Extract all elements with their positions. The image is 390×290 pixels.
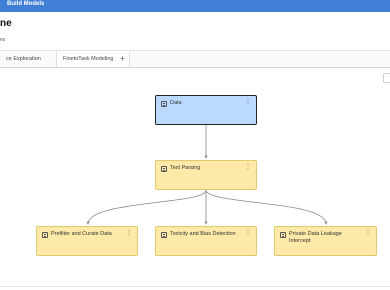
node-private-data[interactable]: Private Data Leakage Intercept ⋮ — [274, 226, 377, 256]
process-icon — [161, 166, 167, 172]
process-icon — [280, 232, 286, 238]
table-icon — [161, 101, 167, 107]
node-prefilter[interactable]: Prefilter and Curate Data ⋮ — [36, 226, 138, 256]
node-data[interactable]: Data ⋮ — [155, 95, 257, 125]
node-label: Prefilter and Curate Data — [51, 231, 112, 237]
process-icon — [42, 232, 48, 238]
process-icon — [161, 232, 167, 238]
node-menu-icon[interactable]: ⋮ — [245, 230, 251, 236]
node-label: Private Data Leakage Intercept — [289, 231, 342, 244]
node-menu-icon[interactable]: ⋮ — [365, 230, 371, 236]
node-text-parsing[interactable]: Text Parsing ⋮ — [155, 160, 257, 190]
edge-text-parsing-to-prefilter — [86, 189, 207, 225]
node-label: Text Parsing — [170, 165, 201, 171]
node-menu-icon[interactable]: ⋮ — [245, 164, 251, 170]
node-menu-icon[interactable]: ⋮ — [245, 99, 251, 105]
node-menu-icon[interactable]: ⋮ — [126, 230, 132, 236]
node-label: Toxicity and Bias Detection — [170, 231, 236, 237]
node-toxicity[interactable]: Toxicity and Bias Detection ⋮ — [155, 226, 257, 256]
node-label: Data — [170, 100, 182, 106]
edge-text-parsing-to-private-data — [205, 189, 328, 225]
bottom-divider — [0, 286, 390, 287]
